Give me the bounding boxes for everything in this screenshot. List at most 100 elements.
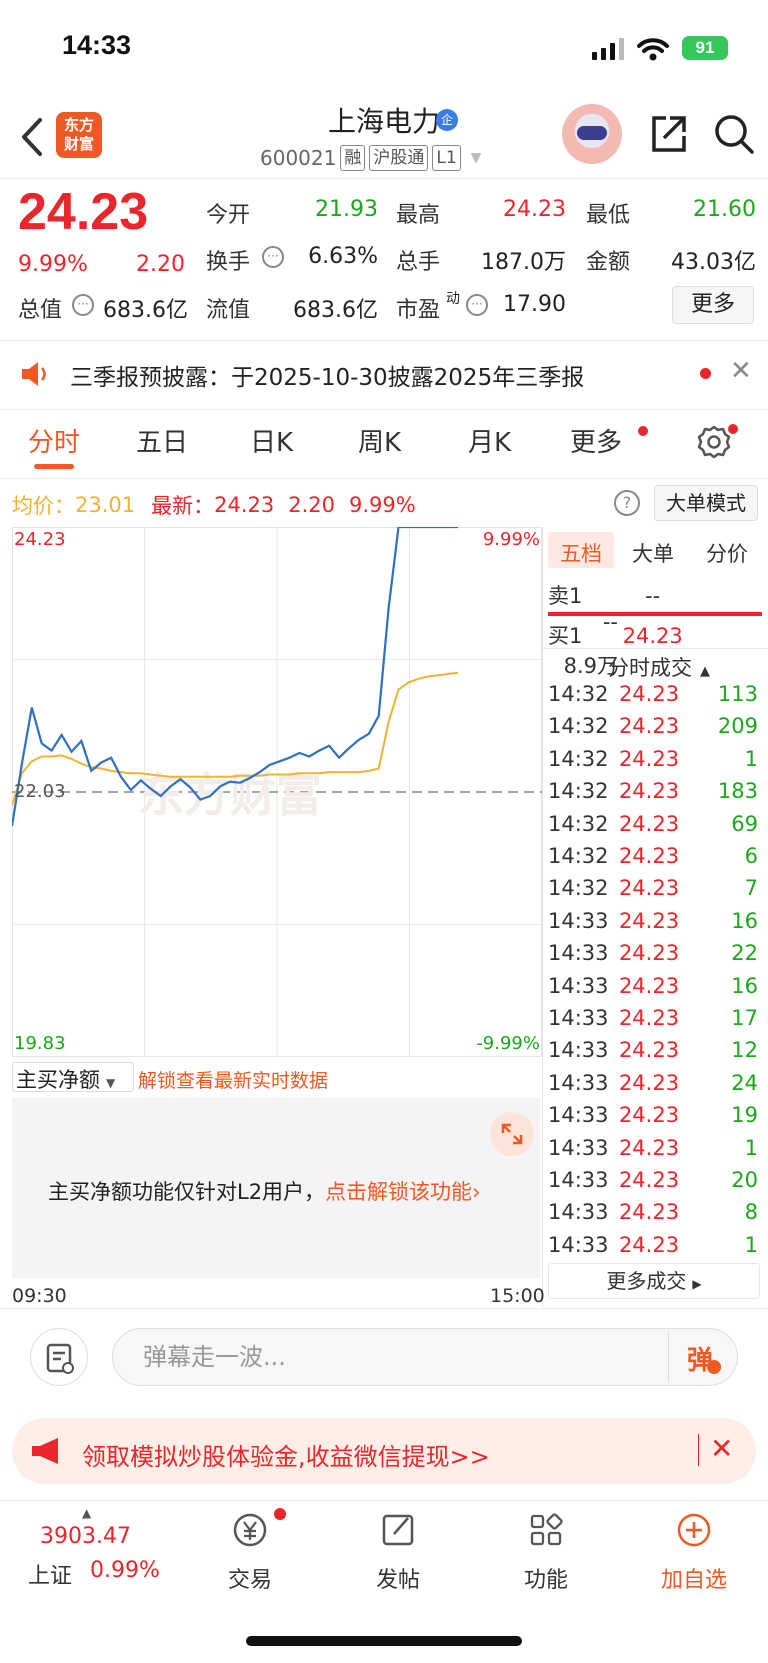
add-circle-icon [677,1513,711,1547]
trade-volume: 12 [731,1038,758,1063]
trade-price: 24.23 [618,1168,680,1192]
unlock-realtime-link[interactable]: 解锁查看最新实时数据 [138,1066,328,1093]
big-order-mode-button[interactable]: 大单模式 [654,485,758,521]
index-pct[interactable]: 0.99% [90,1558,160,1583]
trade-row: 14:33 24.23 24 [548,1071,762,1103]
pe-sup: 动 [446,291,460,307]
index-value[interactable]: 3903.47 [40,1524,131,1549]
trade-row: 14:33 24.23 19 [548,1103,762,1135]
expand-icon[interactable] [490,1112,534,1156]
trade-volume: 19 [731,1103,758,1128]
divider [542,648,768,649]
trade-price: 24.23 [618,908,680,933]
trade-price: 24.23 [618,779,680,804]
open-value: 21.93 [315,197,378,222]
more-dots-icon[interactable]: ··· [72,294,94,316]
trade-time: 14:33 [548,1103,609,1128]
trade-time: 14:32 [548,876,609,901]
pe-value: 17.90 [503,292,566,317]
battery-icon: 91 [682,36,728,60]
nav-trade[interactable]: 交易 [190,1510,310,1594]
notice-text[interactable]: 三季报预披露：于2025-10-30披露2025年三季报 [70,358,584,392]
nav-add-watchlist[interactable]: 加自选 [634,1510,754,1594]
trade-price: 24.23 [618,876,680,901]
promo-text[interactable]: 领取模拟炒股体验金,收益微信提现>> [82,1437,490,1472]
trade-row: 14:33 24.23 8 [548,1200,762,1232]
tab-intraday[interactable]: 分时 [28,422,80,459]
more-button[interactable]: 更多 [672,286,754,324]
assistant-robot-icon[interactable] [562,104,622,164]
pct-bottom-label: -9.99% [476,1033,540,1054]
l2-notice: 主买净额功能仅针对L2用户，点击解锁该功能› [48,1180,481,1204]
bid-ask-divider [548,612,762,616]
more-trades-button[interactable]: 更多成交 ▶ [548,1263,760,1299]
trade-time: 14:33 [548,1200,609,1225]
divider [698,1434,699,1466]
nav-functions[interactable]: 功能 [486,1510,606,1594]
edit-icon [382,1514,414,1546]
tab-5day[interactable]: 五日 [136,422,188,459]
trade-time: 14:33 [548,1135,609,1160]
trade-row: 14:32 24.23 69 [548,812,762,844]
danmu-send-button[interactable]: 弹 [668,1332,734,1382]
trade-volume: 16 [731,908,758,933]
more-dots-icon[interactable]: ··· [262,246,284,268]
index-name[interactable]: 上证 [28,1558,72,1590]
trade-row: 14:33 24.23 16 [548,974,762,1006]
home-indicator [246,1636,522,1646]
chevron-right-icon: › [472,1180,481,1204]
low-label: 最低 [586,203,631,228]
trade-volume: 7 [744,876,758,901]
selector-border [12,1062,134,1092]
change-percent: 9.99% [18,252,88,277]
trade-volume: 1 [744,1232,758,1257]
trade-volume: 1 [744,746,758,771]
trade-row: 14:33 24.23 20 [548,1168,762,1200]
trade-price: 24.23 [618,714,680,739]
close-icon[interactable]: ✕ [710,1432,733,1465]
signal-icon [592,38,624,60]
trade-time: 14:32 [548,714,609,739]
tab-level5[interactable]: 五档 [560,538,602,568]
unlock-feature-link[interactable]: 点击解锁该功能 [325,1180,472,1204]
trade-row: 14:33 24.23 22 [548,941,762,973]
share-icon[interactable] [646,112,690,156]
latest-pct: 9.99% [349,493,416,517]
danmu-input[interactable]: 弹幕走一波... [112,1328,738,1386]
tabs-divider [0,478,768,479]
amount-value: 43.03亿 [671,250,756,275]
change-amount: 2.20 [136,252,185,277]
settings-gear-icon[interactable] [696,424,732,460]
trade-price: 24.23 [618,1232,680,1257]
trade-time: 14:32 [548,682,609,706]
trade-volume: 113 [717,682,758,706]
status-time: 14:33 [62,30,132,60]
volume-value: 187.0万 [481,250,566,275]
tab-monthly-k[interactable]: 月K [468,422,511,459]
intraday-chart[interactable]: 东方财富 24.23 22.03 19.83 9.99% -9.99% [12,527,542,1057]
tab-weekly-k[interactable]: 周K [358,422,401,459]
trade-volume: 183 [717,779,758,804]
tab-daily-k[interactable]: 日K [250,422,293,459]
float-value: 683.6亿 [293,298,378,323]
unread-dot [700,368,711,379]
trade-volume: 20 [731,1168,758,1192]
trades-title[interactable]: 分时成交 ▲ [608,652,710,682]
help-icon[interactable]: ? [614,490,640,516]
trade-volume: 69 [731,811,758,836]
tab-price-distribution[interactable]: 分价 [706,538,748,568]
trade-time: 14:33 [548,941,609,966]
close-icon[interactable]: ✕ [730,356,752,386]
more-dots-icon[interactable]: ··· [466,294,488,316]
trade-price: 24.23 [618,1006,680,1030]
tab-more[interactable]: 更多 [570,422,622,459]
megaphone-icon [32,1438,58,1464]
tab-big-order[interactable]: 大单 [632,538,674,568]
stock-code-row[interactable]: 600021 融 沪股通 L1 ▼ [260,145,481,171]
trade-row: 14:33 24.23 16 [548,909,762,941]
nav-post[interactable]: 发帖 [338,1510,458,1594]
comment-list-icon[interactable] [30,1328,88,1386]
trade-row: 14:32 24.23 209 [548,714,762,746]
search-icon[interactable] [712,112,756,156]
divider [12,1056,542,1057]
